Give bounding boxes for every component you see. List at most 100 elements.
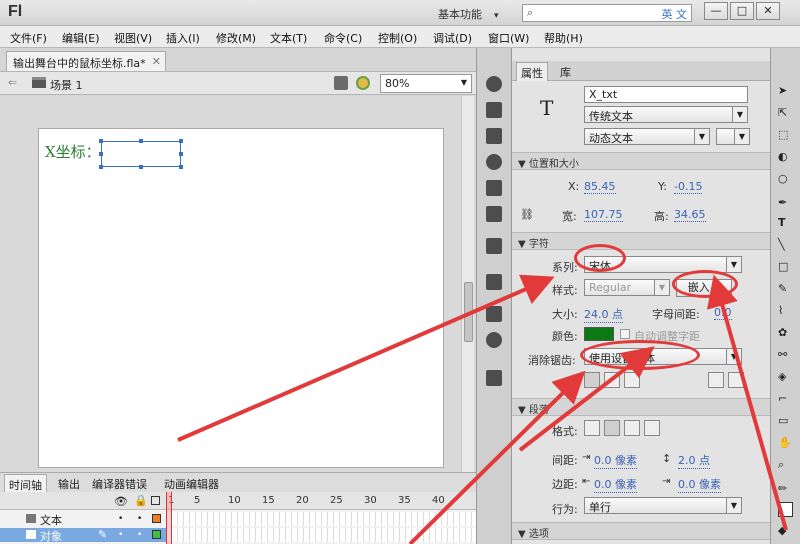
visible-dot[interactable]: • bbox=[118, 530, 123, 540]
actions-icon[interactable] bbox=[486, 274, 502, 290]
search-input[interactable] bbox=[543, 6, 633, 18]
free-transform-icon[interactable]: ⬚ bbox=[778, 128, 793, 143]
hand-tool-icon[interactable]: ✋ bbox=[778, 436, 793, 451]
resize-handle[interactable] bbox=[139, 139, 143, 143]
menu-insert[interactable]: 插入(I) bbox=[166, 30, 200, 46]
rectangle-tool-icon[interactable]: □ bbox=[778, 260, 793, 275]
link-icon[interactable]: ⛓ bbox=[520, 208, 534, 221]
paint-bucket-icon[interactable]: ◈ bbox=[778, 370, 793, 385]
fill-color-swatch[interactable] bbox=[778, 502, 793, 517]
size-value[interactable]: 24.0 点 bbox=[584, 306, 623, 323]
paragraph-section[interactable]: ▼ 段落 bbox=[512, 398, 770, 416]
tab-output[interactable]: 输出 bbox=[54, 476, 84, 492]
menu-debug[interactable]: 调试(D) bbox=[433, 30, 472, 46]
width-value[interactable]: 107.75 bbox=[584, 208, 623, 222]
eraser-icon[interactable]: ▭ bbox=[778, 414, 793, 429]
layer-row[interactable]: 对象 ✎ • • bbox=[0, 528, 476, 544]
playhead[interactable] bbox=[166, 492, 172, 544]
align-left-icon[interactable] bbox=[584, 420, 600, 436]
pencil-tool-icon[interactable]: ✎ bbox=[778, 282, 793, 297]
layer-color-swatch[interactable] bbox=[152, 530, 161, 539]
close-icon[interactable]: ✕ bbox=[152, 55, 161, 68]
resize-handle[interactable] bbox=[179, 152, 183, 156]
code-snippets-icon[interactable] bbox=[486, 206, 502, 222]
workspace-switcher[interactable]: 基本功能 ▾ bbox=[438, 6, 499, 22]
ime-indicator[interactable]: 英 文 bbox=[662, 6, 688, 22]
motion-presets-icon[interactable] bbox=[486, 306, 502, 322]
dynamic-text-field[interactable] bbox=[99, 139, 183, 169]
font-color-swatch[interactable] bbox=[584, 327, 614, 341]
lasso-icon[interactable]: ○ bbox=[778, 172, 793, 187]
align-right-icon[interactable] bbox=[624, 420, 640, 436]
resize-handle[interactable] bbox=[179, 165, 183, 169]
eyedropper-icon[interactable]: ⌐ bbox=[778, 392, 793, 407]
options-section[interactable]: ▼ 选项 bbox=[512, 522, 770, 540]
character-section[interactable]: ▼ 字符 bbox=[512, 232, 770, 250]
menu-modify[interactable]: 修改(M) bbox=[216, 30, 256, 46]
outline-icon[interactable] bbox=[151, 496, 160, 505]
scene-name[interactable]: 场景 1 bbox=[50, 77, 83, 93]
lock-dot[interactable]: • bbox=[137, 530, 142, 540]
stroke-color-icon[interactable]: ✏ bbox=[778, 482, 793, 497]
tab-compiler-errors[interactable]: 编译器错误 bbox=[88, 476, 151, 492]
selection-tool-icon[interactable]: ➤ bbox=[778, 84, 793, 99]
layer-name[interactable]: 对象 bbox=[40, 528, 62, 544]
zoom-select[interactable]: 80% ▼ bbox=[380, 74, 472, 93]
margin-right-value[interactable]: 0.0 像素 bbox=[678, 476, 721, 493]
deco-tool-icon[interactable]: ✿ bbox=[778, 326, 793, 341]
superscript-icon[interactable] bbox=[708, 372, 724, 388]
scroll-thumb[interactable] bbox=[464, 282, 473, 342]
y-value[interactable]: -0.15 bbox=[674, 180, 703, 194]
indent-value[interactable]: 0.0 像素 bbox=[594, 452, 637, 469]
align-justify-icon[interactable] bbox=[644, 420, 660, 436]
lock-icon[interactable]: 🔒 bbox=[134, 494, 148, 507]
x-value[interactable]: 85.45 bbox=[584, 180, 616, 194]
lock-dot[interactable]: • bbox=[137, 514, 142, 524]
tab-properties[interactable]: 属性 bbox=[516, 62, 548, 81]
menu-view[interactable]: 视图(V) bbox=[114, 30, 152, 46]
text-tool-icon[interactable]: T bbox=[778, 216, 793, 231]
line-spacing-value[interactable]: 2.0 点 bbox=[678, 452, 710, 469]
edit-symbol-icon[interactable] bbox=[356, 76, 370, 90]
resize-handle[interactable] bbox=[179, 139, 183, 143]
menu-window[interactable]: 窗口(W) bbox=[488, 30, 529, 46]
behavior-select[interactable]: 单行 ▼ bbox=[584, 497, 742, 514]
orientation-select[interactable]: ▼ bbox=[716, 128, 750, 145]
menu-commands[interactable]: 命令(C) bbox=[324, 30, 362, 46]
menu-text[interactable]: 文本(T) bbox=[270, 30, 307, 46]
auto-kern-checkbox[interactable] bbox=[620, 329, 630, 339]
zoom-tool-icon[interactable]: ⌕ bbox=[778, 458, 793, 473]
tab-library[interactable]: 库 bbox=[556, 64, 575, 80]
stage-static-text[interactable]: X坐标： bbox=[45, 141, 101, 162]
close-button[interactable]: ✕ bbox=[756, 2, 780, 20]
menu-control[interactable]: 控制(O) bbox=[378, 30, 417, 46]
subscript-icon[interactable] bbox=[728, 372, 744, 388]
line-tool-icon[interactable]: ╲ bbox=[778, 238, 793, 253]
layer-color-swatch[interactable] bbox=[152, 514, 161, 523]
tab-timeline[interactable]: 时间轴 bbox=[4, 474, 47, 493]
visible-dot[interactable]: • bbox=[118, 514, 123, 524]
frame-strip[interactable] bbox=[166, 528, 476, 542]
margin-left-value[interactable]: 0.0 像素 bbox=[594, 476, 637, 493]
swatches-icon[interactable] bbox=[486, 102, 502, 118]
menu-file[interactable]: 文件(F) bbox=[10, 30, 47, 46]
project-icon[interactable] bbox=[486, 370, 502, 386]
search-box[interactable]: ⌕ 英 文 bbox=[522, 4, 692, 22]
menu-edit[interactable]: 编辑(E) bbox=[62, 30, 100, 46]
bone-tool-icon[interactable]: ⚯ bbox=[778, 348, 793, 363]
transform-icon[interactable] bbox=[486, 180, 502, 196]
instance-name-field[interactable]: X_txt bbox=[584, 86, 748, 103]
letter-spacing-value[interactable]: 0.0 bbox=[714, 306, 732, 320]
stage[interactable]: X坐标： bbox=[38, 128, 444, 468]
back-arrow-icon[interactable]: ⇐ bbox=[8, 76, 17, 89]
menu-help[interactable]: 帮助(H) bbox=[544, 30, 583, 46]
library-icon[interactable] bbox=[486, 238, 502, 254]
height-value[interactable]: 34.65 bbox=[674, 208, 706, 222]
info-icon[interactable] bbox=[486, 154, 502, 170]
maximize-button[interactable]: □ bbox=[730, 2, 754, 20]
3d-rotation-icon[interactable]: ◐ bbox=[778, 150, 793, 165]
brush-tool-icon[interactable]: ⌇ bbox=[778, 304, 793, 319]
vertical-scrollbar[interactable] bbox=[461, 96, 474, 506]
frame-strip[interactable] bbox=[166, 512, 476, 526]
resize-handle[interactable] bbox=[99, 152, 103, 156]
